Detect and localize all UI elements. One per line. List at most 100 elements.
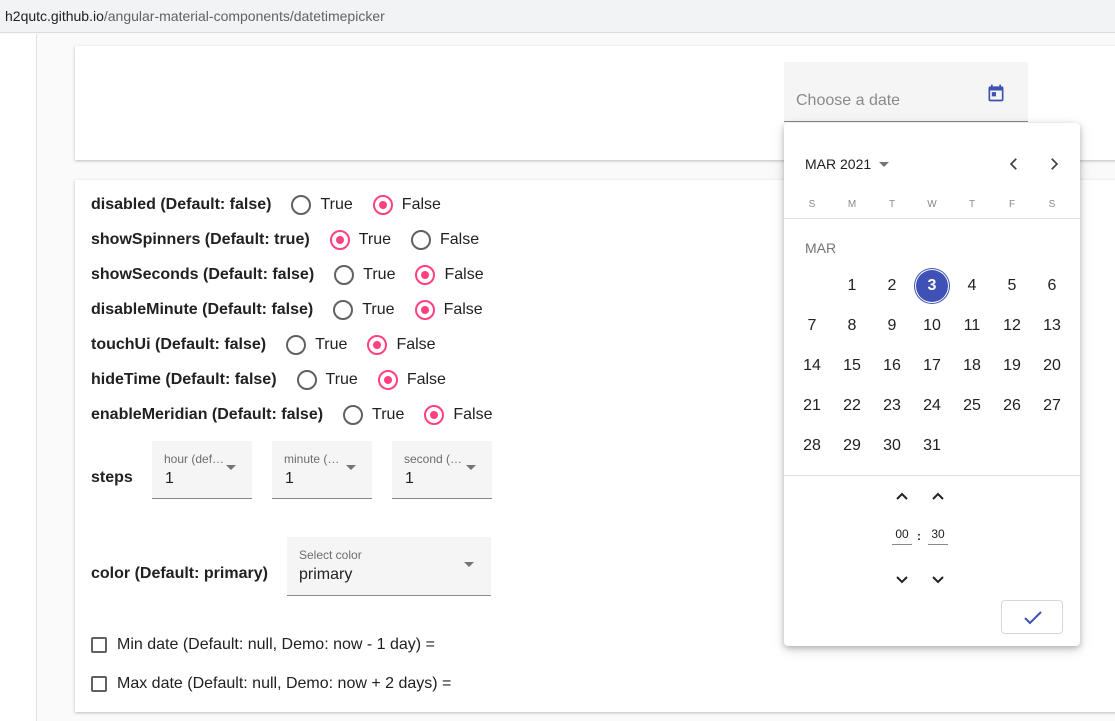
date-input-placeholder: Choose a date [796,92,901,109]
minute-step-select[interactable]: minute (def... 1 [272,441,372,499]
radio-true[interactable]: True [333,300,395,320]
calendar-day[interactable]: 17 [912,346,952,386]
radio-true[interactable]: True [334,265,395,285]
calendar-day-number: 27 [1043,397,1061,414]
radio-true[interactable]: True [286,335,347,355]
radio-label: True [325,371,358,388]
period-button[interactable]: MAR 2021 [805,156,890,172]
min-date-checkbox-row[interactable]: Min date (Default: null, Demo: now - 1 d… [91,635,435,655]
max-date-checkbox-row[interactable]: Max date (Default: null, Demo: now + 2 d… [91,674,451,694]
min-date-checkbox[interactable] [91,637,107,653]
minute-input[interactable]: 30 [928,527,948,545]
option-label: showSeconds (Default: false) [91,266,315,283]
calendar-day-number: 6 [1047,277,1057,294]
calendar-day[interactable]: 31 [912,426,952,466]
hour-step-select[interactable]: hour (defau... 1 [152,441,252,499]
calendar-day[interactable]: 12 [992,306,1032,346]
calendar-day-number: 22 [843,397,861,414]
calendar-day[interactable]: 8 [832,306,872,346]
min-date-label: Min date (Default: null, Demo: now - 1 d… [117,636,435,653]
chevron-left-icon[interactable] [1005,155,1023,173]
max-date-checkbox[interactable] [91,676,107,692]
calendar-day[interactable]: 29 [832,426,872,466]
calendar-day[interactable]: 22 [832,386,872,426]
calendar-day[interactable]: 11 [952,306,992,346]
radio-true[interactable]: True [296,370,358,390]
radio-label: True [358,231,391,248]
calendar-day[interactable]: 3 [912,266,952,306]
option-row: disabled (Default: false) True False [91,193,461,217]
confirm-button[interactable] [1001,600,1063,634]
calendar-day[interactable]: 10 [912,306,952,346]
chevron-right-icon[interactable] [1045,155,1063,173]
calendar-day-number: 14 [803,357,821,374]
radio-circle[interactable] [414,300,435,320]
radio-false[interactable]: False [414,300,483,320]
radio-false[interactable]: False [424,405,492,425]
calendar-day[interactable]: 6 [1032,266,1072,306]
calendar-day[interactable]: 27 [1032,386,1072,426]
hour-input[interactable]: 00 [892,527,912,545]
dropdown-arrow-icon [466,465,476,470]
hour-increment-icon[interactable] [895,491,909,501]
radio-false[interactable]: False [372,195,441,215]
calendar-day[interactable]: 28 [792,426,832,466]
minute-decrement-icon[interactable] [931,575,945,585]
calendar-day[interactable]: 4 [952,266,992,306]
radio-label: False [453,406,493,423]
radio-circle[interactable] [343,405,364,425]
radio-circle[interactable] [334,265,355,285]
radio-circle[interactable] [367,335,388,355]
max-date-label: Max date (Default: null, Demo: now + 2 d… [117,675,452,692]
radio-circle[interactable] [424,405,445,425]
calendar-day[interactable]: 9 [872,306,912,346]
header-divider [784,218,1080,219]
radio-circle[interactable] [329,230,350,250]
second-step-select[interactable]: second (def... 1 [392,441,492,499]
radio-false[interactable]: False [367,335,436,355]
calendar-day-number: 15 [843,357,861,374]
calendar-day[interactable]: 21 [792,386,832,426]
calendar-icon[interactable] [986,83,1006,103]
browser-address-bar[interactable]: h2qutc.github.io/angular-material-compon… [0,0,1115,33]
minute-step-label: minute (def... [284,452,346,466]
radio-circle[interactable] [415,265,436,285]
option-label: disabled (Default: false) [91,196,272,213]
calendar-day[interactable]: 5 [992,266,1032,306]
radio-circle[interactable] [333,300,354,320]
radio-circle[interactable] [296,370,317,390]
date-input-field[interactable]: Choose a date [784,62,1028,122]
radio-label: False [444,266,484,283]
calendar-day[interactable]: 30 [872,426,912,466]
radio-circle[interactable] [377,370,398,390]
calendar-day[interactable]: 1 [832,266,872,306]
calendar-day[interactable]: 23 [872,386,912,426]
calendar-day[interactable]: 18 [952,346,992,386]
calendar-day[interactable]: 16 [872,346,912,386]
calendar-day[interactable]: 13 [1032,306,1072,346]
calendar-day[interactable]: 2 [872,266,912,306]
radio-true[interactable]: True [343,405,404,425]
color-select[interactable]: Select color primary [287,537,491,596]
radio-circle[interactable] [411,230,431,250]
radio-false[interactable]: False [377,370,446,390]
calendar-day[interactable]: 26 [992,386,1032,426]
radio-circle[interactable] [291,195,312,215]
radio-circle[interactable] [372,195,393,215]
minute-increment-icon[interactable] [931,491,945,501]
radio-true[interactable]: True [291,195,353,215]
calendar-day[interactable]: 14 [792,346,832,386]
hour-decrement-icon[interactable] [895,575,909,585]
calendar-day[interactable]: 25 [952,386,992,426]
calendar-day[interactable]: 7 [792,306,832,346]
calendar-day[interactable]: 15 [832,346,872,386]
radio-circle[interactable] [286,335,307,355]
radio-true[interactable]: True [329,230,391,250]
radio-false[interactable]: False [415,265,484,285]
calendar-day[interactable]: 19 [992,346,1032,386]
radio-false[interactable]: False [411,230,479,250]
calendar-day[interactable]: 24 [912,386,952,426]
color-select-value: primary [299,566,353,583]
url-text[interactable]: h2qutc.github.io/angular-material-compon… [5,8,385,24]
calendar-day[interactable]: 20 [1032,346,1072,386]
